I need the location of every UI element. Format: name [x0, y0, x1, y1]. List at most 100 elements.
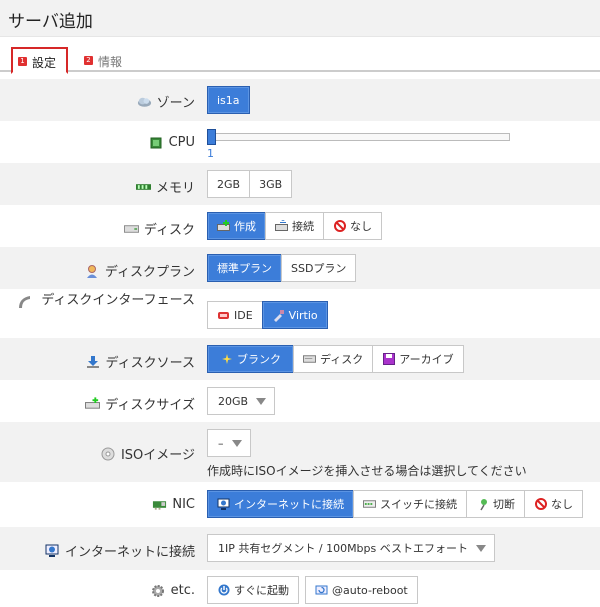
disk-plan-option-ssd[interactable]: SSDプラン — [281, 254, 357, 282]
tab-label: 情報 — [98, 55, 123, 69]
gear-icon — [151, 583, 166, 598]
no-entry-icon — [333, 220, 346, 233]
disk-add-icon — [217, 220, 230, 233]
zone-label: ゾーン — [0, 92, 195, 111]
nic-row: NIC インターネットに接続 スイッチに接続 切断 なし — [0, 482, 600, 527]
iso-field: – 作成時にISOイメージを挿入させる場合は選択してください — [207, 429, 527, 479]
cloud-icon — [137, 94, 152, 109]
cpu-row: CPU 1 — [0, 121, 600, 163]
memory-module-icon — [135, 179, 151, 194]
disk-connect-icon — [275, 220, 288, 233]
cd-disc-icon — [101, 446, 116, 461]
boot-immediately-button[interactable]: すぐに起動 — [207, 576, 299, 604]
disk-plan-option-standard[interactable]: 標準プラン — [207, 254, 282, 282]
iso-row: ISOイメージ – 作成時にISOイメージを挿入させる場合は選択してください — [0, 422, 600, 482]
memory-label: メモリ — [0, 177, 195, 196]
tab-label: 設定 — [32, 56, 57, 70]
hard-disk-icon — [123, 221, 139, 236]
disk-interface-row: ディスクインターフェース IDE Virtio — [0, 289, 600, 338]
cpu-slider-track[interactable] — [207, 133, 510, 141]
disk-source-row: ディスクソース ブランク ディスク アーカイブ — [0, 338, 600, 380]
cpu-value: 1 — [207, 147, 214, 160]
disk-source-label: ディスクソース — [0, 352, 195, 371]
memory-row: メモリ 2GB 3GB — [0, 163, 600, 205]
chevron-down-icon — [475, 544, 486, 552]
zone-options: is1a — [207, 86, 250, 114]
disk-source-option-blank[interactable]: ブランク — [207, 345, 294, 373]
globe-monitor-icon — [45, 543, 60, 558]
disk-interface-option-ide[interactable]: IDE — [207, 301, 263, 329]
nic-options: インターネットに接続 スイッチに接続 切断 なし — [207, 490, 583, 518]
tab-settings[interactable]: 1 設定 — [11, 47, 68, 74]
page-title: サーバ追加 — [8, 12, 93, 32]
chevron-down-icon — [231, 439, 242, 447]
no-entry-icon — [534, 498, 547, 511]
memory-options: 2GB 3GB — [207, 170, 293, 198]
nic-option-none[interactable]: なし — [524, 490, 583, 518]
nic-label: NIC — [0, 497, 195, 512]
cpu-chip-icon — [149, 135, 164, 150]
download-icon — [86, 354, 101, 369]
internet-select-wrap: 1IP 共有セグメント / 100Mbps ベストエフォート — [207, 534, 495, 562]
tab-number-badge: 1 — [18, 57, 27, 66]
disk-plan-label: ディスクプラン — [0, 261, 195, 280]
disk-source-options: ブランク ディスク アーカイブ — [207, 345, 464, 373]
disk-size-select-wrap: 20GB — [207, 387, 276, 415]
interface-curve-icon — [17, 294, 32, 309]
cpu-slider[interactable]: 1 — [207, 129, 512, 160]
page-header: サーバ追加 — [0, 0, 600, 37]
auto-reboot-button[interactable]: @auto-reboot — [305, 576, 418, 604]
cpu-slider-handle[interactable] — [207, 129, 216, 145]
disk-source-option-archive[interactable]: アーカイブ — [372, 345, 464, 373]
disk-size-select[interactable]: 20GB — [207, 387, 276, 415]
disk-interface-label: ディスクインターフェース — [0, 292, 195, 310]
tab-bar: 1 設定 2 情報 — [0, 37, 600, 74]
ide-icon — [217, 309, 230, 322]
internet-row: インターネットに接続 1IP 共有セグメント / 100Mbps ベストエフォー… — [0, 527, 600, 570]
disk-source-option-disk[interactable]: ディスク — [293, 345, 374, 373]
disk-plan-row: ディスクプラン 標準プラン SSDプラン — [0, 247, 600, 289]
disk-option-connect[interactable]: 接続 — [265, 212, 324, 240]
tab-number-badge: 2 — [84, 56, 93, 65]
etc-options: すぐに起動 @auto-reboot — [207, 576, 418, 604]
disk-label: ディスク — [0, 219, 195, 238]
zone-row: ゾーン is1a — [0, 79, 600, 121]
memory-option-2gb[interactable]: 2GB — [207, 170, 251, 198]
iso-select[interactable]: – — [207, 429, 251, 457]
cpu-label: CPU — [0, 135, 195, 150]
pin-icon — [476, 498, 489, 511]
etc-label: etc. — [0, 583, 195, 598]
disk-option-create[interactable]: 作成 — [207, 212, 266, 240]
disk-row: ディスク 作成 接続 なし — [0, 205, 600, 247]
globe-monitor-icon — [217, 498, 230, 511]
disk-interface-options: IDE Virtio — [207, 301, 328, 329]
disk-size-row: ディスクサイズ 20GB — [0, 380, 600, 422]
tab-info[interactable]: 2 情報 — [76, 47, 128, 74]
reboot-monitor-icon — [315, 584, 328, 597]
switch-icon — [363, 498, 376, 511]
disk-interface-option-virtio[interactable]: Virtio — [261, 301, 328, 329]
nic-option-internet[interactable]: インターネットに接続 — [207, 490, 354, 518]
etc-row: etc. すぐに起動 @auto-reboot — [0, 570, 600, 607]
power-icon — [217, 584, 230, 597]
chevron-down-icon — [256, 397, 267, 405]
internet-label: インターネットに接続 — [0, 541, 195, 560]
nic-option-switch[interactable]: スイッチに接続 — [353, 490, 467, 518]
disk-option-none[interactable]: なし — [323, 212, 382, 240]
iso-label: ISOイメージ — [0, 444, 195, 463]
disk-plan-options: 標準プラン SSDプラン — [207, 254, 357, 282]
archive-floppy-icon — [382, 353, 395, 366]
iso-hint: 作成時にISOイメージを挿入させる場合は選択してください — [207, 464, 527, 478]
hard-disk-icon — [303, 353, 316, 366]
virtio-plug-icon — [272, 309, 285, 322]
network-card-icon — [152, 497, 167, 512]
nic-option-disconnect[interactable]: 切断 — [466, 490, 525, 518]
memory-option-3gb[interactable]: 3GB — [249, 170, 293, 198]
sparkle-icon — [220, 353, 233, 366]
zone-option-is1a[interactable]: is1a — [207, 86, 250, 114]
internet-plan-select[interactable]: 1IP 共有セグメント / 100Mbps ベストエフォート — [207, 534, 495, 562]
disk-add-icon — [85, 396, 101, 411]
user-plan-icon — [85, 263, 100, 278]
disk-options: 作成 接続 なし — [207, 212, 382, 240]
disk-size-label: ディスクサイズ — [0, 394, 195, 413]
